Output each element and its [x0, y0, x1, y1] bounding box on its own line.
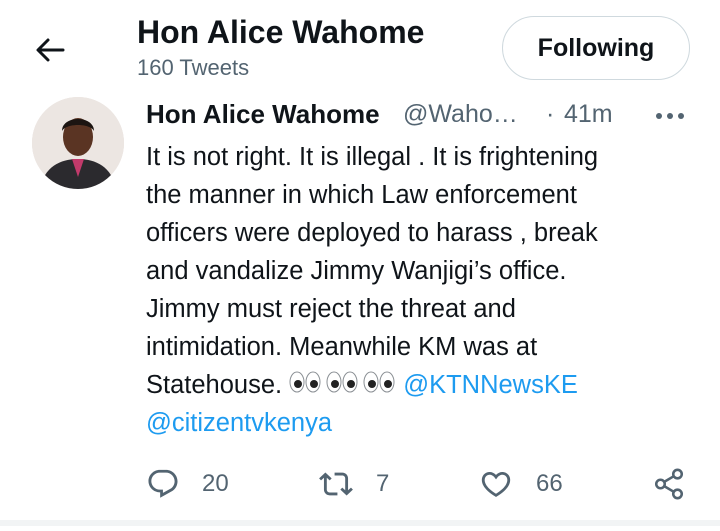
tweet-text: It is not right. It is illegal . It is f…	[146, 138, 686, 442]
tweet-line-7: Statehouse. @KTNNewsKE	[146, 366, 686, 404]
mention-citizentvkenya[interactable]: @citizentvkenya	[146, 409, 332, 437]
tweet-line-6: intimidation. Meanwhile KM was at	[146, 333, 538, 361]
tweet-line-7-text: Statehouse.	[146, 371, 290, 399]
profile-name: Hon Alice Wahome	[137, 14, 425, 50]
following-button[interactable]: Following	[502, 16, 690, 80]
reply-icon	[148, 469, 178, 498]
avatar-image	[32, 97, 124, 189]
share-icon	[654, 468, 684, 500]
separator: ·	[546, 100, 555, 128]
author-name[interactable]: Hon Alice Wahome	[146, 99, 380, 130]
arrow-left-icon	[36, 38, 65, 62]
tweet-line-2: the manner in which Law enforcement	[146, 181, 577, 209]
tweet-header: Hon Alice Wahome @Waho… · 41m	[146, 99, 706, 133]
tweet-count: 160 Tweets	[137, 55, 250, 80]
reply-count: 20	[202, 470, 229, 497]
author-handle[interactable]: @Waho…	[403, 100, 518, 129]
retweet-icon	[319, 472, 353, 496]
heart-icon	[481, 471, 511, 497]
mention-ktnnewske[interactable]: @KTNNewsKE	[403, 371, 578, 399]
more-button[interactable]	[654, 103, 686, 129]
more-horizontal-icon	[656, 113, 684, 119]
profile-header: Hon Alice Wahome 160 Tweets Following	[0, 0, 720, 97]
eyes-emoji-icon	[289, 367, 399, 405]
retweet-button[interactable]: 7	[318, 460, 389, 508]
tweet-line-8: @citizentvkenya	[146, 404, 686, 442]
avatar[interactable]	[32, 97, 124, 189]
back-button[interactable]	[28, 28, 72, 72]
tweet-line-1: It is not right. It is illegal . It is f…	[146, 143, 599, 171]
like-count: 66	[536, 470, 563, 497]
like-button[interactable]: 66	[478, 460, 563, 508]
tweet-line-5: Jimmy must reject the threat and	[146, 295, 516, 323]
tweet-line-3: officers were deployed to harass , break	[146, 219, 598, 247]
tweet-line-4: and vandalize Jimmy Wanjigi’s office.	[146, 257, 567, 285]
tweet-time[interactable]: 41m	[564, 100, 613, 129]
share-button[interactable]	[652, 460, 686, 508]
tweet-actions: 20 7 66	[0, 460, 720, 510]
retweet-count: 7	[376, 470, 390, 497]
divider	[0, 520, 720, 526]
reply-button[interactable]: 20	[146, 460, 229, 508]
